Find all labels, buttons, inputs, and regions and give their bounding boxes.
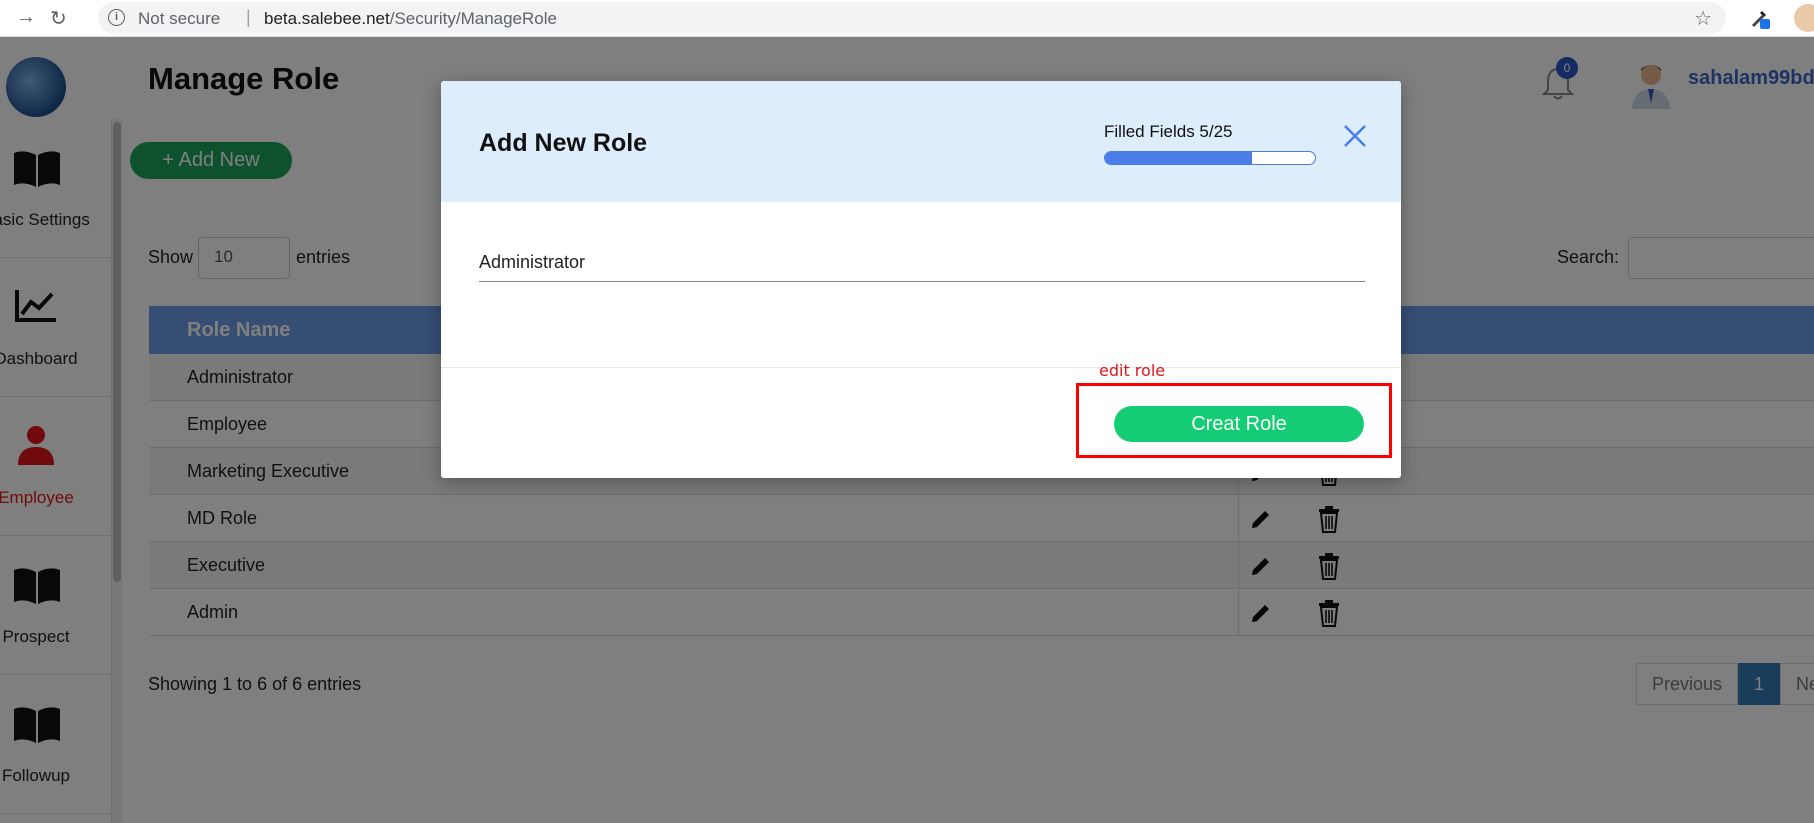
close-icon[interactable]	[1340, 121, 1370, 151]
progress-fill	[1105, 152, 1252, 164]
annotation-note: edit role	[1099, 361, 1166, 380]
security-label: Not secure	[138, 9, 221, 28]
eyedropper-extension-icon[interactable]	[1748, 7, 1770, 29]
reload-icon[interactable]: ↻	[50, 6, 67, 31]
url-path: /Security/ManageRole	[389, 9, 557, 28]
address-bar[interactable]: i Not secure | beta.salebee.net/Security…	[98, 2, 1726, 34]
url-host: beta.salebee.net	[264, 9, 390, 28]
add-role-modal: Add New Role Filled Fields 5/25 edit rol…	[441, 81, 1401, 478]
browser-toolbar: → ↻ i Not secure | beta.salebee.net/Secu…	[0, 0, 1814, 37]
modal-title: Add New Role	[479, 129, 648, 157]
url-text[interactable]: beta.salebee.net/Security/ManageRole	[264, 9, 557, 29]
forward-icon[interactable]: →	[16, 6, 36, 29]
url-separator: |	[246, 7, 251, 27]
modal-header: Add New Role Filled Fields 5/25	[441, 81, 1401, 202]
info-icon[interactable]: i	[108, 9, 125, 26]
filled-fields-label: Filled Fields 5/25	[1104, 122, 1233, 141]
modal-divider	[441, 367, 1401, 368]
bookmark-star-icon[interactable]: ☆	[1694, 6, 1712, 31]
filled-fields-progress	[1104, 151, 1316, 165]
creat-role-button[interactable]: Creat Role	[1114, 406, 1364, 442]
role-name-input[interactable]	[479, 244, 1365, 282]
profile-avatar[interactable]	[1794, 4, 1814, 32]
